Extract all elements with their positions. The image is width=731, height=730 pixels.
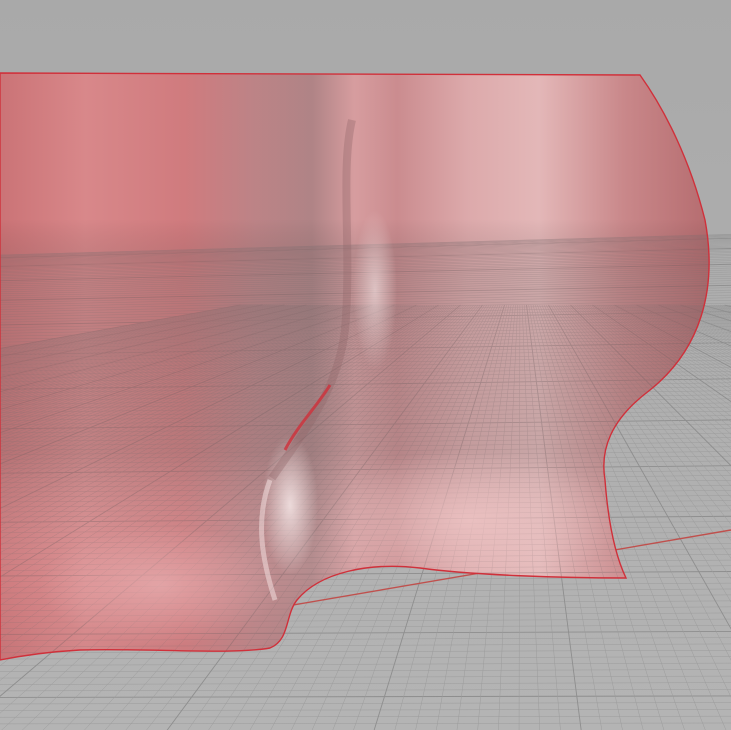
viewport-canvas[interactable] — [0, 0, 731, 730]
surface-highlight-left — [40, 525, 280, 645]
fold-highlight — [353, 210, 397, 370]
perspective-viewport[interactable] — [0, 0, 731, 730]
